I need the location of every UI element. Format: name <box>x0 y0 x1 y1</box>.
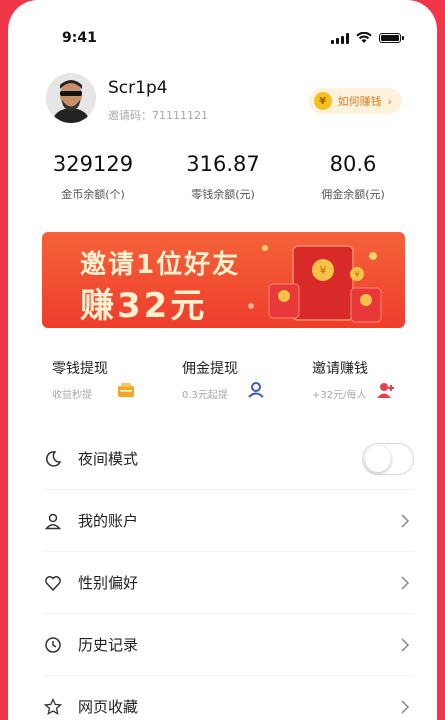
qa-title: 佣金提现 <box>182 361 238 377</box>
how-to-earn-label: 如何赚钱 <box>337 95 382 108</box>
how-to-earn-button[interactable]: ¥ 如何赚钱 › <box>308 88 402 114</box>
chevron-right-icon <box>401 513 410 528</box>
coin-icon: ¥ <box>313 92 332 110</box>
withdraw-commission-button[interactable]: 佣金提现 0.3元起提 <box>158 358 288 410</box>
qa-subtitle: +32元/每人 <box>312 390 367 401</box>
chevron-right-icon <box>401 575 410 590</box>
profile-header: Scr1p4 邀请码：71111121 ¥ 如何赚钱 › <box>46 73 406 129</box>
banner-headline: 邀请1位好友 <box>80 250 241 280</box>
red-envelope-illustration: ¥ ¥ <box>248 245 382 323</box>
menu-row-my-account[interactable]: 我的账户 <box>44 490 414 552</box>
qa-title: 零钱提现 <box>52 361 108 377</box>
invite-banner[interactable]: 邀请1位好友 赚32元 ¥ ¥ <box>42 232 405 328</box>
status-time: 9:41 <box>62 30 97 46</box>
balance-stats: 329129 金币余额(个) 316.87 零钱余额(元) 80.6 佣金余额(… <box>28 152 418 202</box>
star-icon <box>44 697 62 715</box>
user-badge-icon <box>248 382 264 398</box>
status-bar: 9:41 <box>8 0 437 60</box>
heart-icon <box>45 575 61 591</box>
qa-subtitle: 收益秒提 <box>52 390 92 401</box>
clock-icon <box>45 636 61 653</box>
menu-label: 性别偏好 <box>78 574 139 592</box>
person-icon <box>44 513 62 529</box>
menu-label: 夜间模式 <box>78 450 139 468</box>
menu-label: 我的账户 <box>78 512 139 530</box>
menu-row-history[interactable]: 历史记录 <box>44 614 414 676</box>
wallet-icon <box>118 383 134 397</box>
stat-value: 329129 <box>52 152 134 176</box>
invite-code: 邀请码：71111121 <box>108 109 208 122</box>
stat-commission[interactable]: 80.6 佣金余额(元) <box>288 152 418 202</box>
chevron-right-icon <box>401 699 410 714</box>
avatar[interactable] <box>46 73 96 123</box>
moon-icon <box>45 450 62 467</box>
stat-change[interactable]: 316.87 零钱余额(元) <box>158 152 288 202</box>
phone-screen: 9:41 Scr1p4 邀请码：71111121 ¥ 如何赚钱 › 329129… <box>8 0 437 720</box>
banner-reward: 赚32元 <box>80 286 208 326</box>
signal-icon <box>331 32 349 44</box>
quick-actions: 零钱提现 收益秒提 佣金提现 0.3元起提 邀请赚钱 +32元/每人 <box>28 358 418 410</box>
stat-label: 金币余额(个) <box>61 188 125 201</box>
qa-subtitle: 0.3元起提 <box>182 390 228 401</box>
menu-label: 网页收藏 <box>78 698 139 716</box>
battery-icon <box>379 33 404 43</box>
invite-earn-button[interactable]: 邀请赚钱 +32元/每人 <box>288 358 418 410</box>
chevron-right-icon <box>401 637 410 652</box>
qa-title: 邀请赚钱 <box>312 361 368 377</box>
stat-value: 316.87 <box>186 152 260 176</box>
stat-label: 零钱余额(元) <box>191 188 255 201</box>
svg-text:¥: ¥ <box>320 264 327 277</box>
withdraw-change-button[interactable]: 零钱提现 收益秒提 <box>28 358 158 410</box>
menu-row-bookmarks[interactable]: 网页收藏 <box>44 676 414 720</box>
svg-text:¥: ¥ <box>354 270 359 279</box>
menu-label: 历史记录 <box>78 636 139 654</box>
chevron-right-icon: › <box>387 94 392 108</box>
stat-value: 80.6 <box>329 152 377 176</box>
status-icons <box>331 32 404 44</box>
settings-menu: 夜间模式 我的账户 性别偏好 历史记录 网页收藏 <box>44 428 414 720</box>
username: Scr1p4 <box>108 78 168 98</box>
add-user-icon <box>377 383 394 398</box>
stat-label: 佣金余额(元) <box>321 188 385 201</box>
stat-coins[interactable]: 329129 金币余额(个) <box>28 152 158 202</box>
menu-row-gender-preference[interactable]: 性别偏好 <box>44 552 414 614</box>
night-mode-toggle[interactable] <box>362 442 414 475</box>
menu-row-night-mode: 夜间模式 <box>44 428 414 490</box>
wifi-icon <box>356 32 372 43</box>
